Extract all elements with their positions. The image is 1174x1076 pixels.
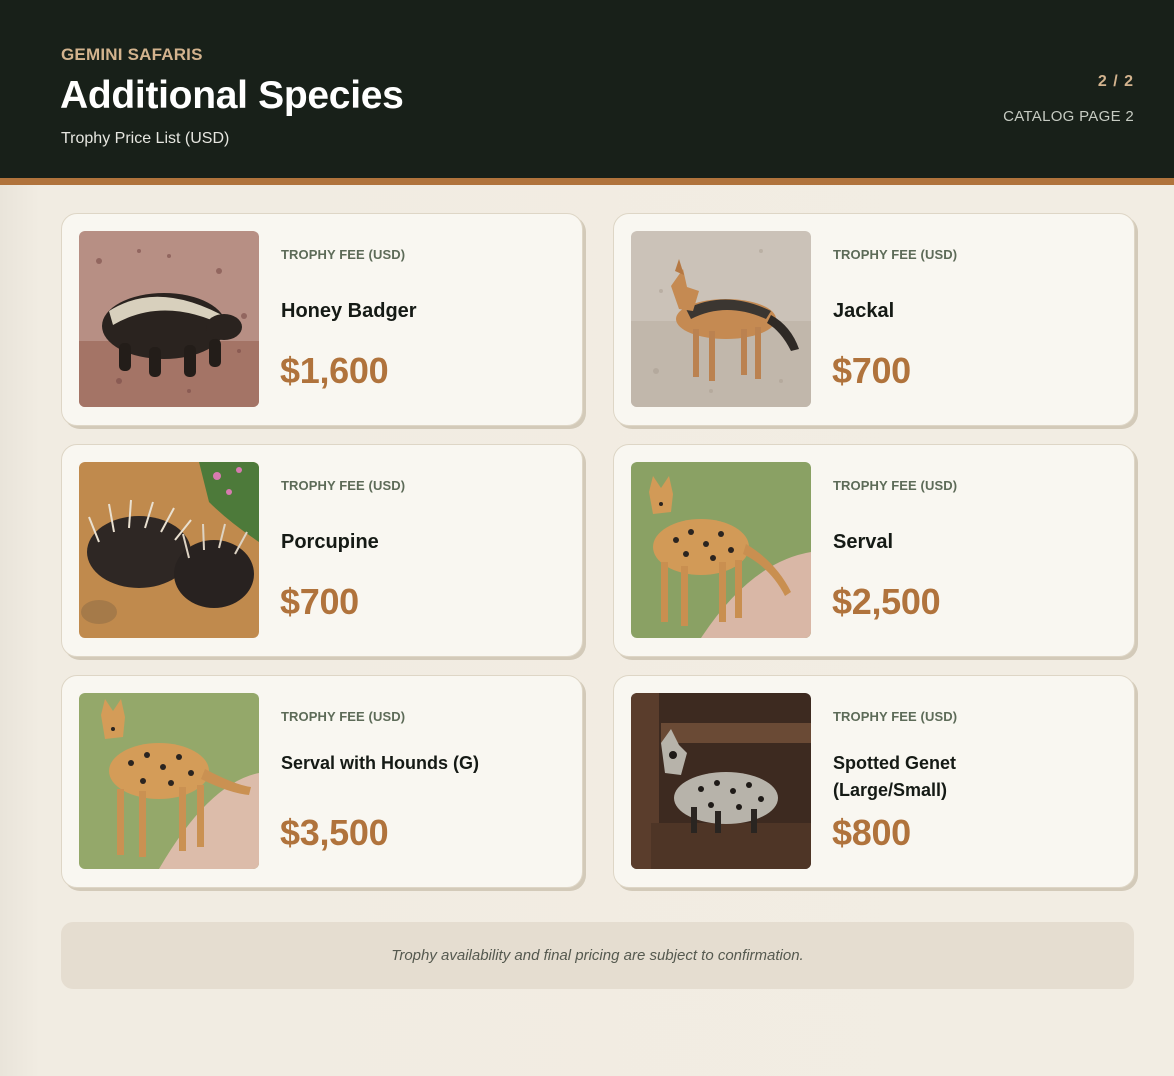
brand-name: GEMINI SAFARIS bbox=[61, 45, 203, 64]
species-name: Porcupine bbox=[281, 531, 379, 553]
jackal-photo bbox=[631, 231, 811, 407]
species-card-honey-badger[interactable]: TROPHY FEE (USD) Honey Badger $1,600 bbox=[61, 213, 583, 426]
page-subtitle: Trophy Price List (USD) bbox=[61, 130, 230, 147]
page-number: 2 / 2 bbox=[1097, 73, 1134, 90]
species-card-serval[interactable]: TROPHY FEE (USD) Serval $2,500 bbox=[613, 444, 1135, 657]
serval-photo bbox=[631, 462, 811, 638]
species-name: Jackal bbox=[833, 300, 895, 322]
pricing-disclaimer: Trophy availability and final pricing ar… bbox=[61, 922, 1134, 989]
trophy-fee-label: TROPHY FEE (USD) bbox=[833, 478, 958, 493]
porcupine-photo bbox=[79, 462, 259, 638]
species-name: Honey Badger bbox=[281, 300, 417, 322]
page-header: GEMINI SAFARIS Additional Species Trophy… bbox=[0, 0, 1174, 178]
species-price: $2,500 bbox=[832, 581, 941, 622]
species-card-porcupine[interactable]: TROPHY FEE (USD) Porcupine $700 bbox=[61, 444, 583, 657]
species-card-serval-with-hounds[interactable]: TROPHY FEE (USD) Serval with Hounds (G) … bbox=[61, 675, 583, 888]
spotted-genet-photo bbox=[631, 693, 811, 869]
species-price: $800 bbox=[832, 812, 911, 853]
trophy-fee-label: TROPHY FEE (USD) bbox=[833, 247, 958, 262]
disclaimer-text: Trophy availability and final pricing ar… bbox=[391, 947, 804, 964]
header-divider bbox=[0, 178, 1174, 185]
serval-photo bbox=[79, 693, 259, 869]
species-price: $3,500 bbox=[280, 812, 389, 853]
species-name: Serval bbox=[833, 531, 894, 553]
species-name: Spotted Genet (Large/Small) bbox=[833, 753, 957, 800]
species-card-jackal[interactable]: TROPHY FEE (USD) Jackal $700 bbox=[613, 213, 1135, 426]
honey-badger-photo bbox=[79, 231, 259, 407]
species-price: $700 bbox=[280, 581, 359, 622]
species-price: $700 bbox=[832, 350, 911, 391]
trophy-fee-label: TROPHY FEE (USD) bbox=[281, 709, 406, 724]
trophy-fee-label: TROPHY FEE (USD) bbox=[281, 247, 406, 262]
trophy-fee-label: TROPHY FEE (USD) bbox=[833, 709, 958, 724]
species-name: Serval with Hounds (G) bbox=[281, 753, 480, 773]
species-price: $1,600 bbox=[280, 350, 389, 391]
catalog-page-label: CATALOG PAGE 2 bbox=[1003, 108, 1134, 125]
trophy-fee-label: TROPHY FEE (USD) bbox=[281, 478, 406, 493]
species-card-spotted-genet[interactable]: TROPHY FEE (USD) Spotted Genet (Large/Sm… bbox=[613, 675, 1135, 888]
page-title: Additional Species bbox=[60, 74, 404, 117]
